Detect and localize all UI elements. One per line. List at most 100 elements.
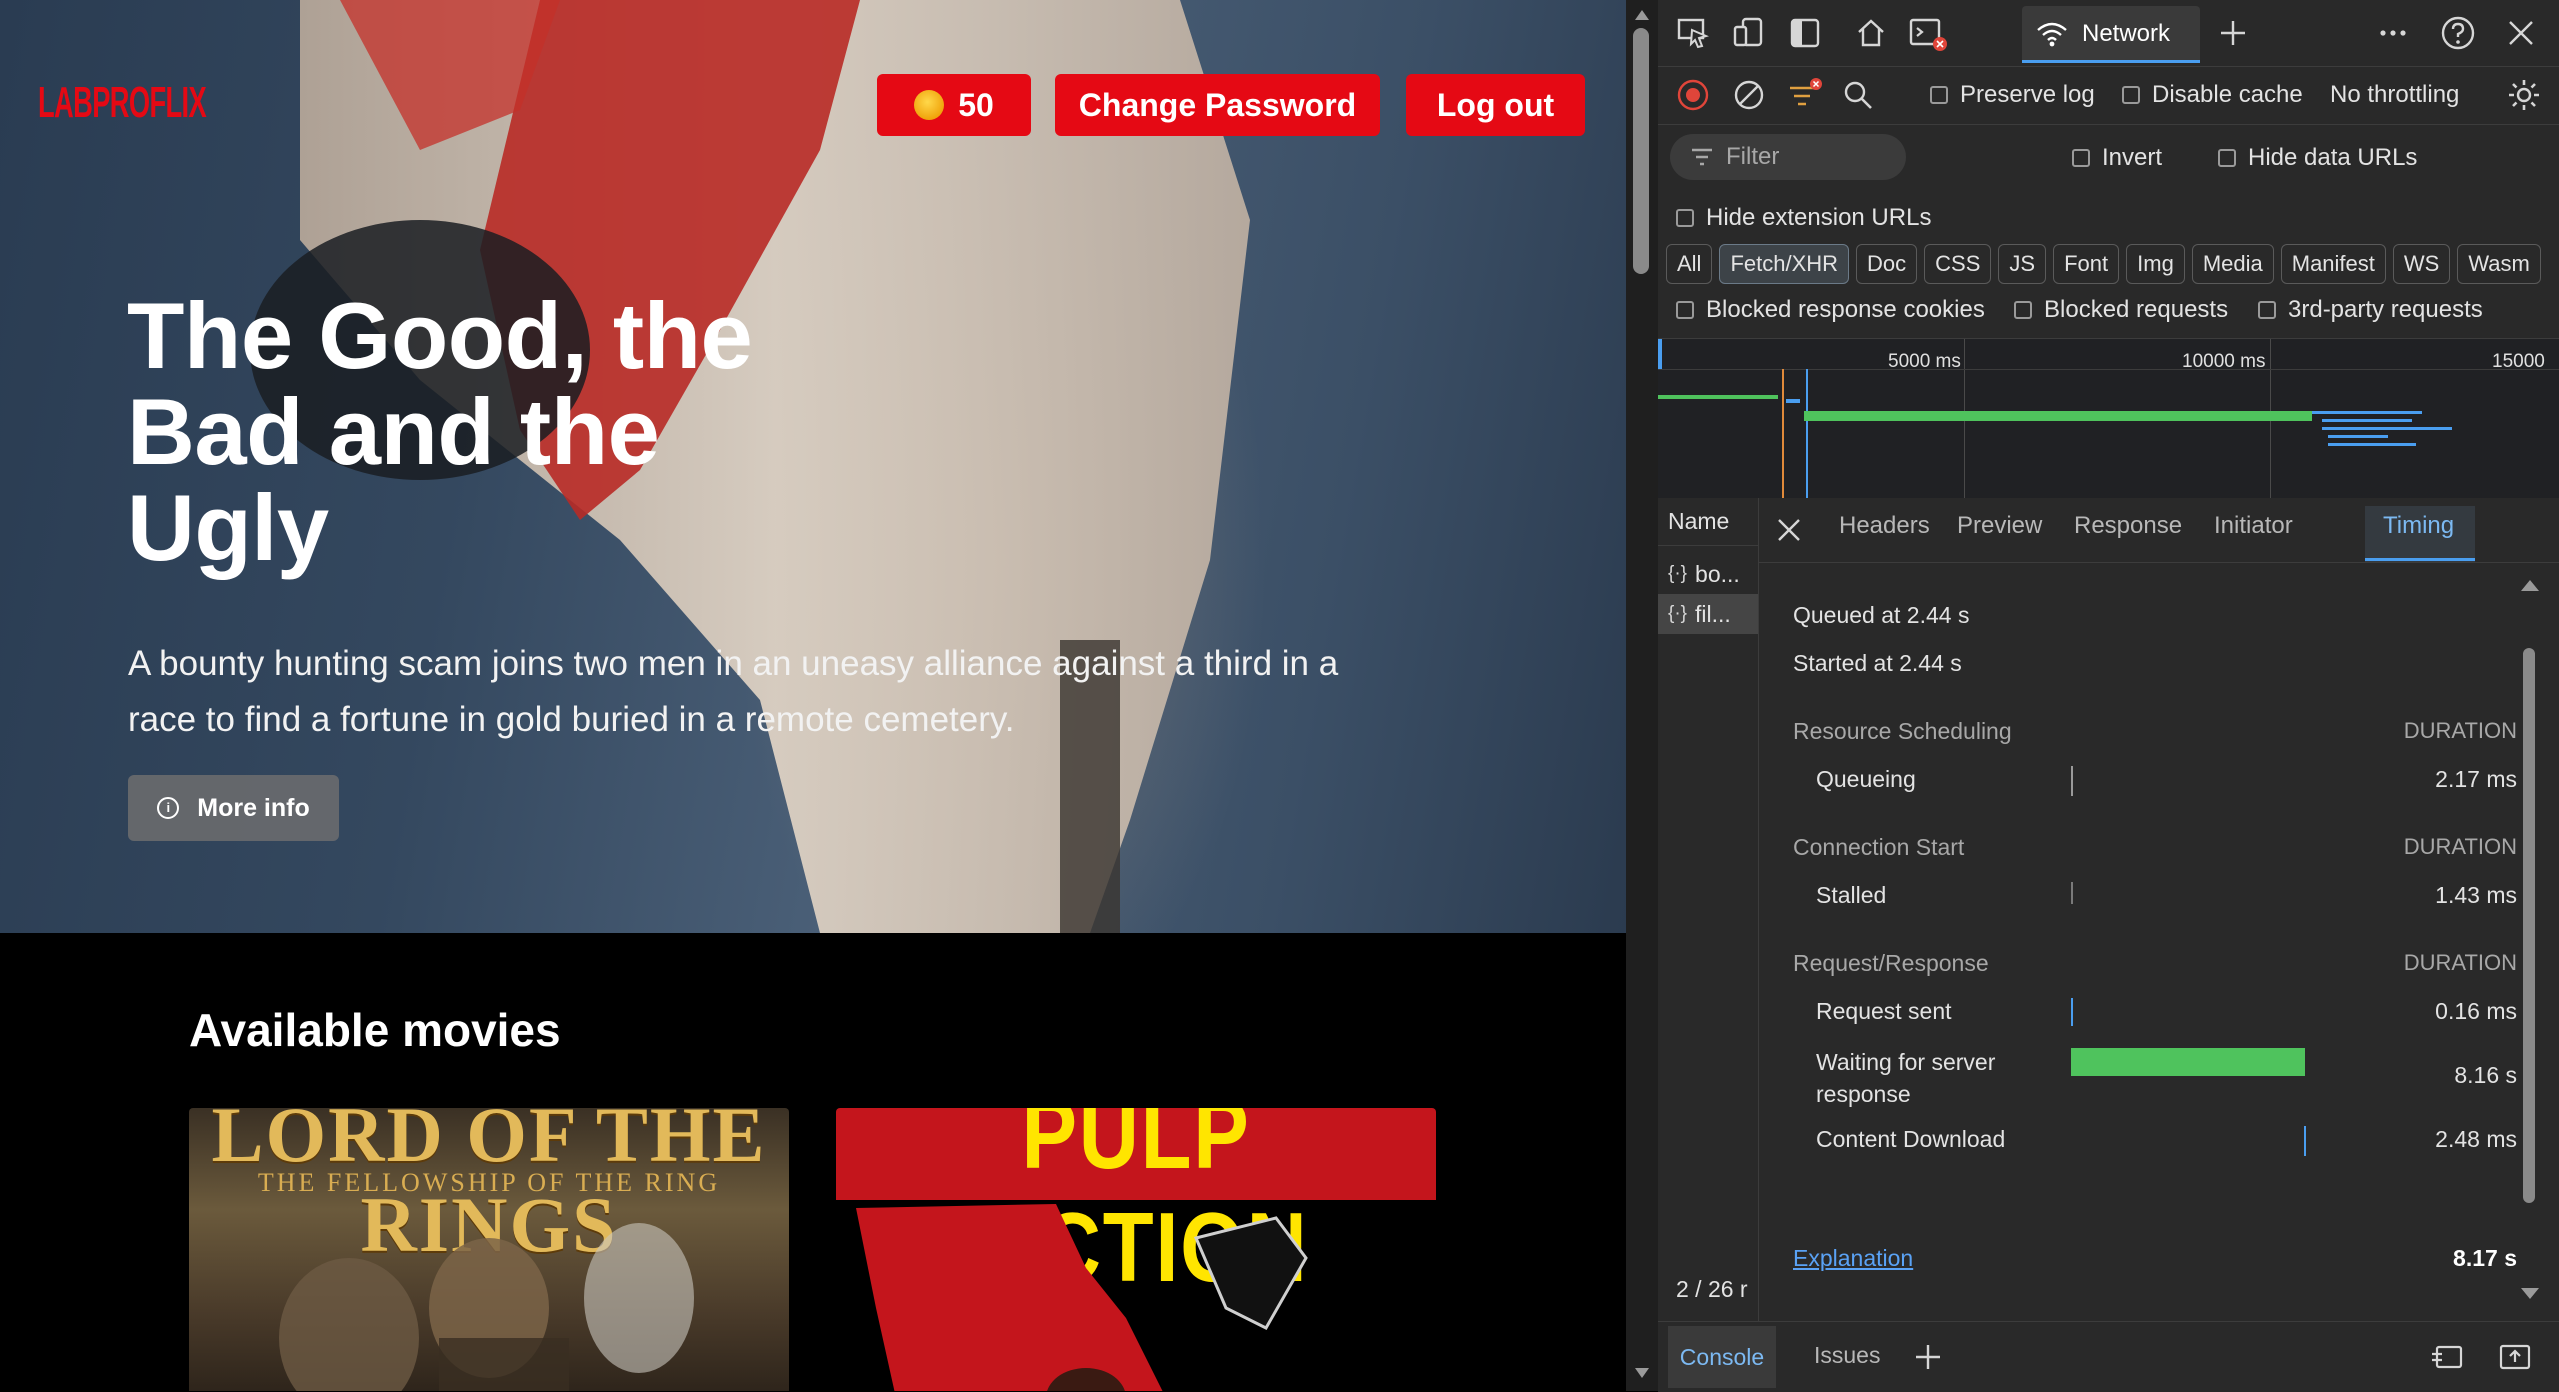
home-icon[interactable] xyxy=(1854,16,1888,50)
more-info-button[interactable]: i More info xyxy=(128,775,339,841)
console-tab-error-icon[interactable] xyxy=(1908,14,1948,52)
type-filter-fetch-xhr[interactable]: Fetch/XHR xyxy=(1719,244,1850,284)
overview-load-marker xyxy=(1806,369,1808,499)
dock-side-icon[interactable] xyxy=(1788,16,1822,50)
timing-row-value: 2.17 ms xyxy=(2435,766,2517,792)
request-row-selected[interactable]: {·} fil... xyxy=(1658,594,1758,634)
tab-initiator[interactable]: Initiator xyxy=(2214,512,2293,540)
drawer-add-tab-icon[interactable] xyxy=(1914,1343,1942,1371)
wifi-icon xyxy=(2037,22,2067,47)
request-row[interactable]: {·} bo... xyxy=(1658,554,1758,594)
inspect-element-icon[interactable] xyxy=(1676,16,1710,50)
close-devtools-icon[interactable] xyxy=(2506,18,2536,48)
dock-drawer-icon[interactable] xyxy=(2430,1342,2464,1372)
tab-network[interactable]: Network xyxy=(2022,6,2200,62)
more-options-icon[interactable] xyxy=(2378,18,2408,48)
settings-gear-icon[interactable] xyxy=(2506,77,2542,113)
type-filter-doc[interactable]: Doc xyxy=(1856,244,1918,284)
more-info-label: More info xyxy=(197,793,310,822)
poster-artwork xyxy=(856,1204,1308,1391)
preserve-log-checkbox[interactable]: Preserve log xyxy=(1930,81,2095,109)
overview-left-handle[interactable] xyxy=(1658,339,1662,369)
type-filter-all[interactable]: All xyxy=(1666,244,1713,284)
coin-icon xyxy=(914,90,945,120)
invert-checkbox[interactable]: Invert xyxy=(2072,144,2162,172)
add-tab-icon[interactable] xyxy=(2218,18,2248,48)
website-viewport: LABPROFLIX 50 Change Password Log out Th… xyxy=(0,0,1626,1391)
detail-scrollbar-thumb[interactable] xyxy=(2523,648,2535,1203)
drawer-tab-console[interactable]: Console xyxy=(1668,1326,1776,1388)
close-detail-icon[interactable] xyxy=(1775,516,1803,544)
overview-request-bar xyxy=(1658,395,1778,399)
checkbox-box xyxy=(2014,301,2032,319)
movie-poster-lotr[interactable]: LORD OF THE RINGS THE FELLOWSHIP OF THE … xyxy=(189,1108,789,1391)
scroll-down-arrow-icon[interactable] xyxy=(1635,1368,1649,1378)
active-tab-indicator xyxy=(2022,60,2200,63)
timing-row-label: Stalled xyxy=(1816,882,1887,908)
duration-header: DURATION xyxy=(2403,718,2517,743)
scroll-up-arrow-icon[interactable] xyxy=(1635,10,1649,20)
xhr-braces-icon: {·} xyxy=(1668,563,1688,584)
help-icon[interactable] xyxy=(2440,15,2476,51)
drawer-tab-issues[interactable]: Issues xyxy=(1814,1342,1880,1369)
type-filter-img[interactable]: Img xyxy=(2126,244,2185,284)
timing-bar xyxy=(2071,766,2073,796)
type-filter-js[interactable]: JS xyxy=(1998,244,2047,284)
network-overview-timeline[interactable]: 5000 ms 10000 ms 15000 xyxy=(1658,338,2559,500)
timing-panel: Queued at 2.44 s Started at 2.44 s Resou… xyxy=(1759,562,2559,1323)
undock-drawer-icon[interactable] xyxy=(2498,1342,2532,1372)
coins-button[interactable]: 50 xyxy=(877,74,1031,136)
page-scrollbar-thumb[interactable] xyxy=(1633,28,1649,274)
throttling-select[interactable]: No throttling xyxy=(2330,81,2459,109)
timing-row-value: 1.43 ms xyxy=(2435,882,2517,908)
tab-response[interactable]: Response xyxy=(2074,512,2182,540)
queued-at: Queued at 2.44 s xyxy=(1793,602,1970,628)
blocked-requests-checkbox[interactable]: Blocked requests xyxy=(2014,296,2228,324)
blocked-response-cookies-checkbox[interactable]: Blocked response cookies xyxy=(1676,296,1985,324)
type-filter-css[interactable]: CSS xyxy=(1924,244,1992,284)
type-filter-wasm[interactable]: Wasm xyxy=(2457,244,2541,284)
duration-header: DURATION xyxy=(2403,834,2517,859)
request-count-status: 2 / 26 r xyxy=(1676,1276,1748,1302)
tab-timing[interactable]: Timing xyxy=(2383,512,2454,540)
tab-preview[interactable]: Preview xyxy=(1957,512,2042,540)
overview-request-bar xyxy=(2322,427,2452,430)
coins-count: 50 xyxy=(958,86,994,123)
filter-toggle-icon[interactable] xyxy=(1786,76,1824,112)
filter-input[interactable]: Filter xyxy=(1670,134,1906,180)
hide-data-urls-checkbox[interactable]: Hide data URLs xyxy=(2218,144,2417,172)
type-filter-font[interactable]: Font xyxy=(2053,244,2120,284)
type-filter-ws[interactable]: WS xyxy=(2392,244,2451,284)
hide-extension-urls-checkbox[interactable]: Hide extension URLs xyxy=(1676,204,1931,232)
request-name: bo... xyxy=(1695,560,1740,587)
disable-cache-checkbox[interactable]: Disable cache xyxy=(2122,81,2303,109)
third-party-requests-checkbox[interactable]: 3rd-party requests xyxy=(2258,296,2483,324)
change-password-button[interactable]: Change Password xyxy=(1055,74,1380,136)
timing-row-label: Request sent xyxy=(1816,998,1952,1024)
detail-scroll-up-icon[interactable] xyxy=(2521,580,2539,591)
type-filter-media[interactable]: Media xyxy=(2191,244,2274,284)
blocked-filters-row: Blocked response cookies Blocked request… xyxy=(1658,294,2559,334)
overview-request-bar xyxy=(2328,443,2416,446)
poster-artwork xyxy=(279,1223,694,1391)
overview-divider xyxy=(1658,369,2559,370)
preserve-log-label: Preserve log xyxy=(1960,81,2095,108)
disable-cache-label: Disable cache xyxy=(2152,81,2303,108)
devtools-panel: Network Preserve log Disable cache No th… xyxy=(1658,0,2559,1392)
site-logo[interactable]: LABPROFLIX xyxy=(38,78,207,128)
detail-scroll-down-icon[interactable] xyxy=(2521,1288,2539,1299)
request-name: fil... xyxy=(1695,600,1731,627)
request-list: Name {·} bo... {·} fil... 2 / 26 r xyxy=(1658,498,1759,1321)
explanation-link[interactable]: Explanation xyxy=(1793,1245,1913,1272)
clear-icon[interactable] xyxy=(1732,78,1766,112)
movies-heading: Available movies xyxy=(189,1004,561,1056)
search-icon[interactable] xyxy=(1842,79,1874,111)
device-toolbar-icon[interactable] xyxy=(1732,16,1766,50)
movie-poster-pulp-fiction[interactable]: PULP FICTION xyxy=(836,1108,1436,1391)
name-column-header[interactable]: Name xyxy=(1658,498,1758,546)
devtools-tabbar: Network xyxy=(1658,0,2559,67)
tab-headers[interactable]: Headers xyxy=(1839,512,1930,540)
type-filter-manifest[interactable]: Manifest xyxy=(2280,244,2386,284)
record-icon[interactable] xyxy=(1676,78,1710,112)
logout-button[interactable]: Log out xyxy=(1406,74,1585,136)
